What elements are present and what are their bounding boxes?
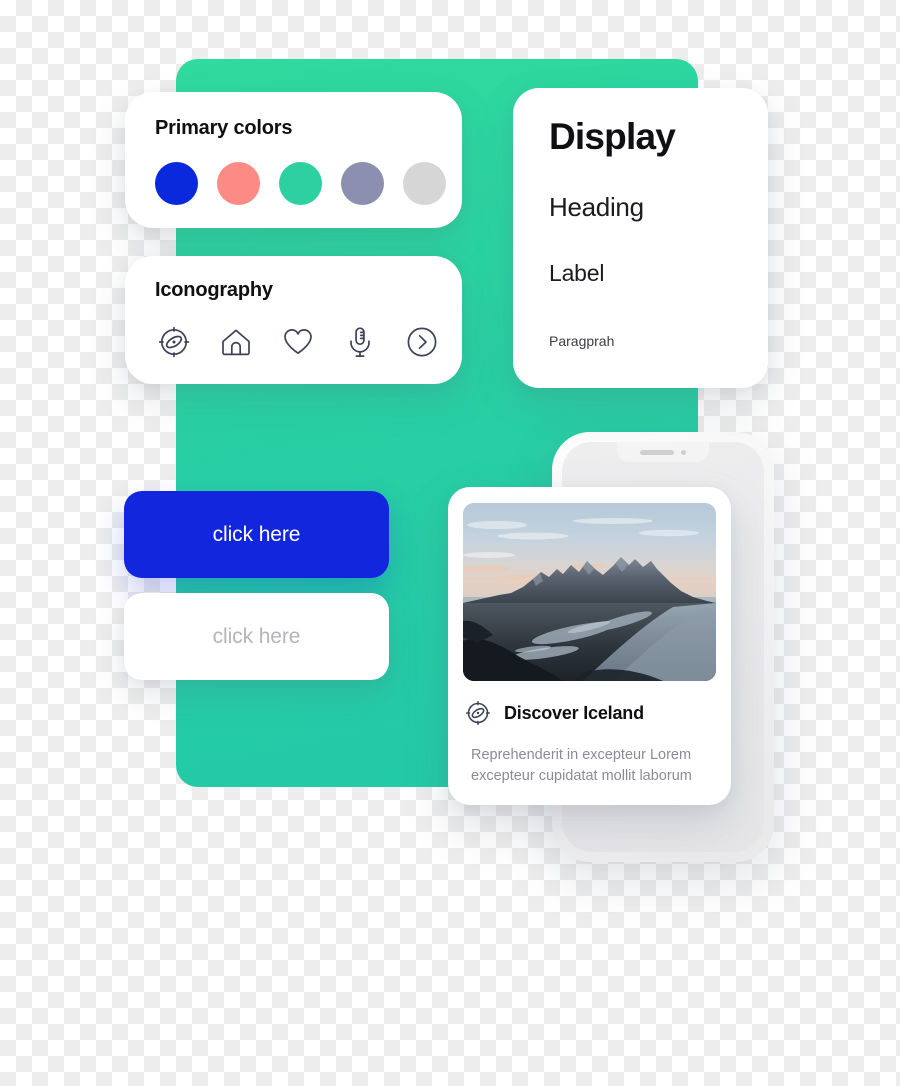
- secondary-click-here-button[interactable]: click here: [124, 593, 389, 680]
- color-swatch-slate-purple[interactable]: [341, 162, 384, 205]
- color-swatch-salmon[interactable]: [217, 162, 260, 205]
- type-sample-heading: Heading: [549, 192, 644, 222]
- home-icon[interactable]: [216, 322, 255, 361]
- iceland-card-title: Discover Iceland: [504, 702, 644, 723]
- typography-card: Display Heading Label Paragprah: [513, 88, 768, 388]
- iconography-title: Iconography: [155, 279, 273, 301]
- type-sample-label: Label: [549, 260, 605, 286]
- color-swatch-light-grey[interactable]: [403, 162, 446, 205]
- heart-icon[interactable]: [278, 322, 317, 361]
- primary-click-here-button[interactable]: click here: [124, 491, 389, 578]
- compass-icon: [464, 699, 492, 727]
- color-swatch-blue[interactable]: [155, 162, 198, 205]
- type-sample-display: Display: [549, 116, 676, 157]
- primary-colors-title: Primary colors: [155, 117, 293, 139]
- color-swatch-green[interactable]: [279, 162, 322, 205]
- speaker-grille-icon: [640, 449, 674, 455]
- iconography-card: Iconography: [125, 256, 462, 384]
- discover-iceland-card[interactable]: Discover Iceland Reprehenderit in except…: [448, 487, 731, 805]
- color-swatch-row: [155, 162, 446, 205]
- microphone-icon[interactable]: [340, 322, 379, 361]
- compass-icon[interactable]: [154, 322, 193, 361]
- iceland-landscape-photo: [463, 503, 716, 681]
- phone-notch: [617, 442, 709, 462]
- iceland-title-row: Discover Iceland: [464, 699, 644, 727]
- icon-row: [154, 322, 441, 361]
- iceland-card-description: Reprehenderit in excepteur Lorem excepte…: [471, 747, 692, 785]
- primary-colors-card: Primary colors: [125, 92, 462, 228]
- chevron-right-circle-icon[interactable]: [402, 322, 441, 361]
- front-camera-dot-icon: [681, 449, 686, 455]
- type-sample-paragraph: Paragprah: [549, 333, 615, 349]
